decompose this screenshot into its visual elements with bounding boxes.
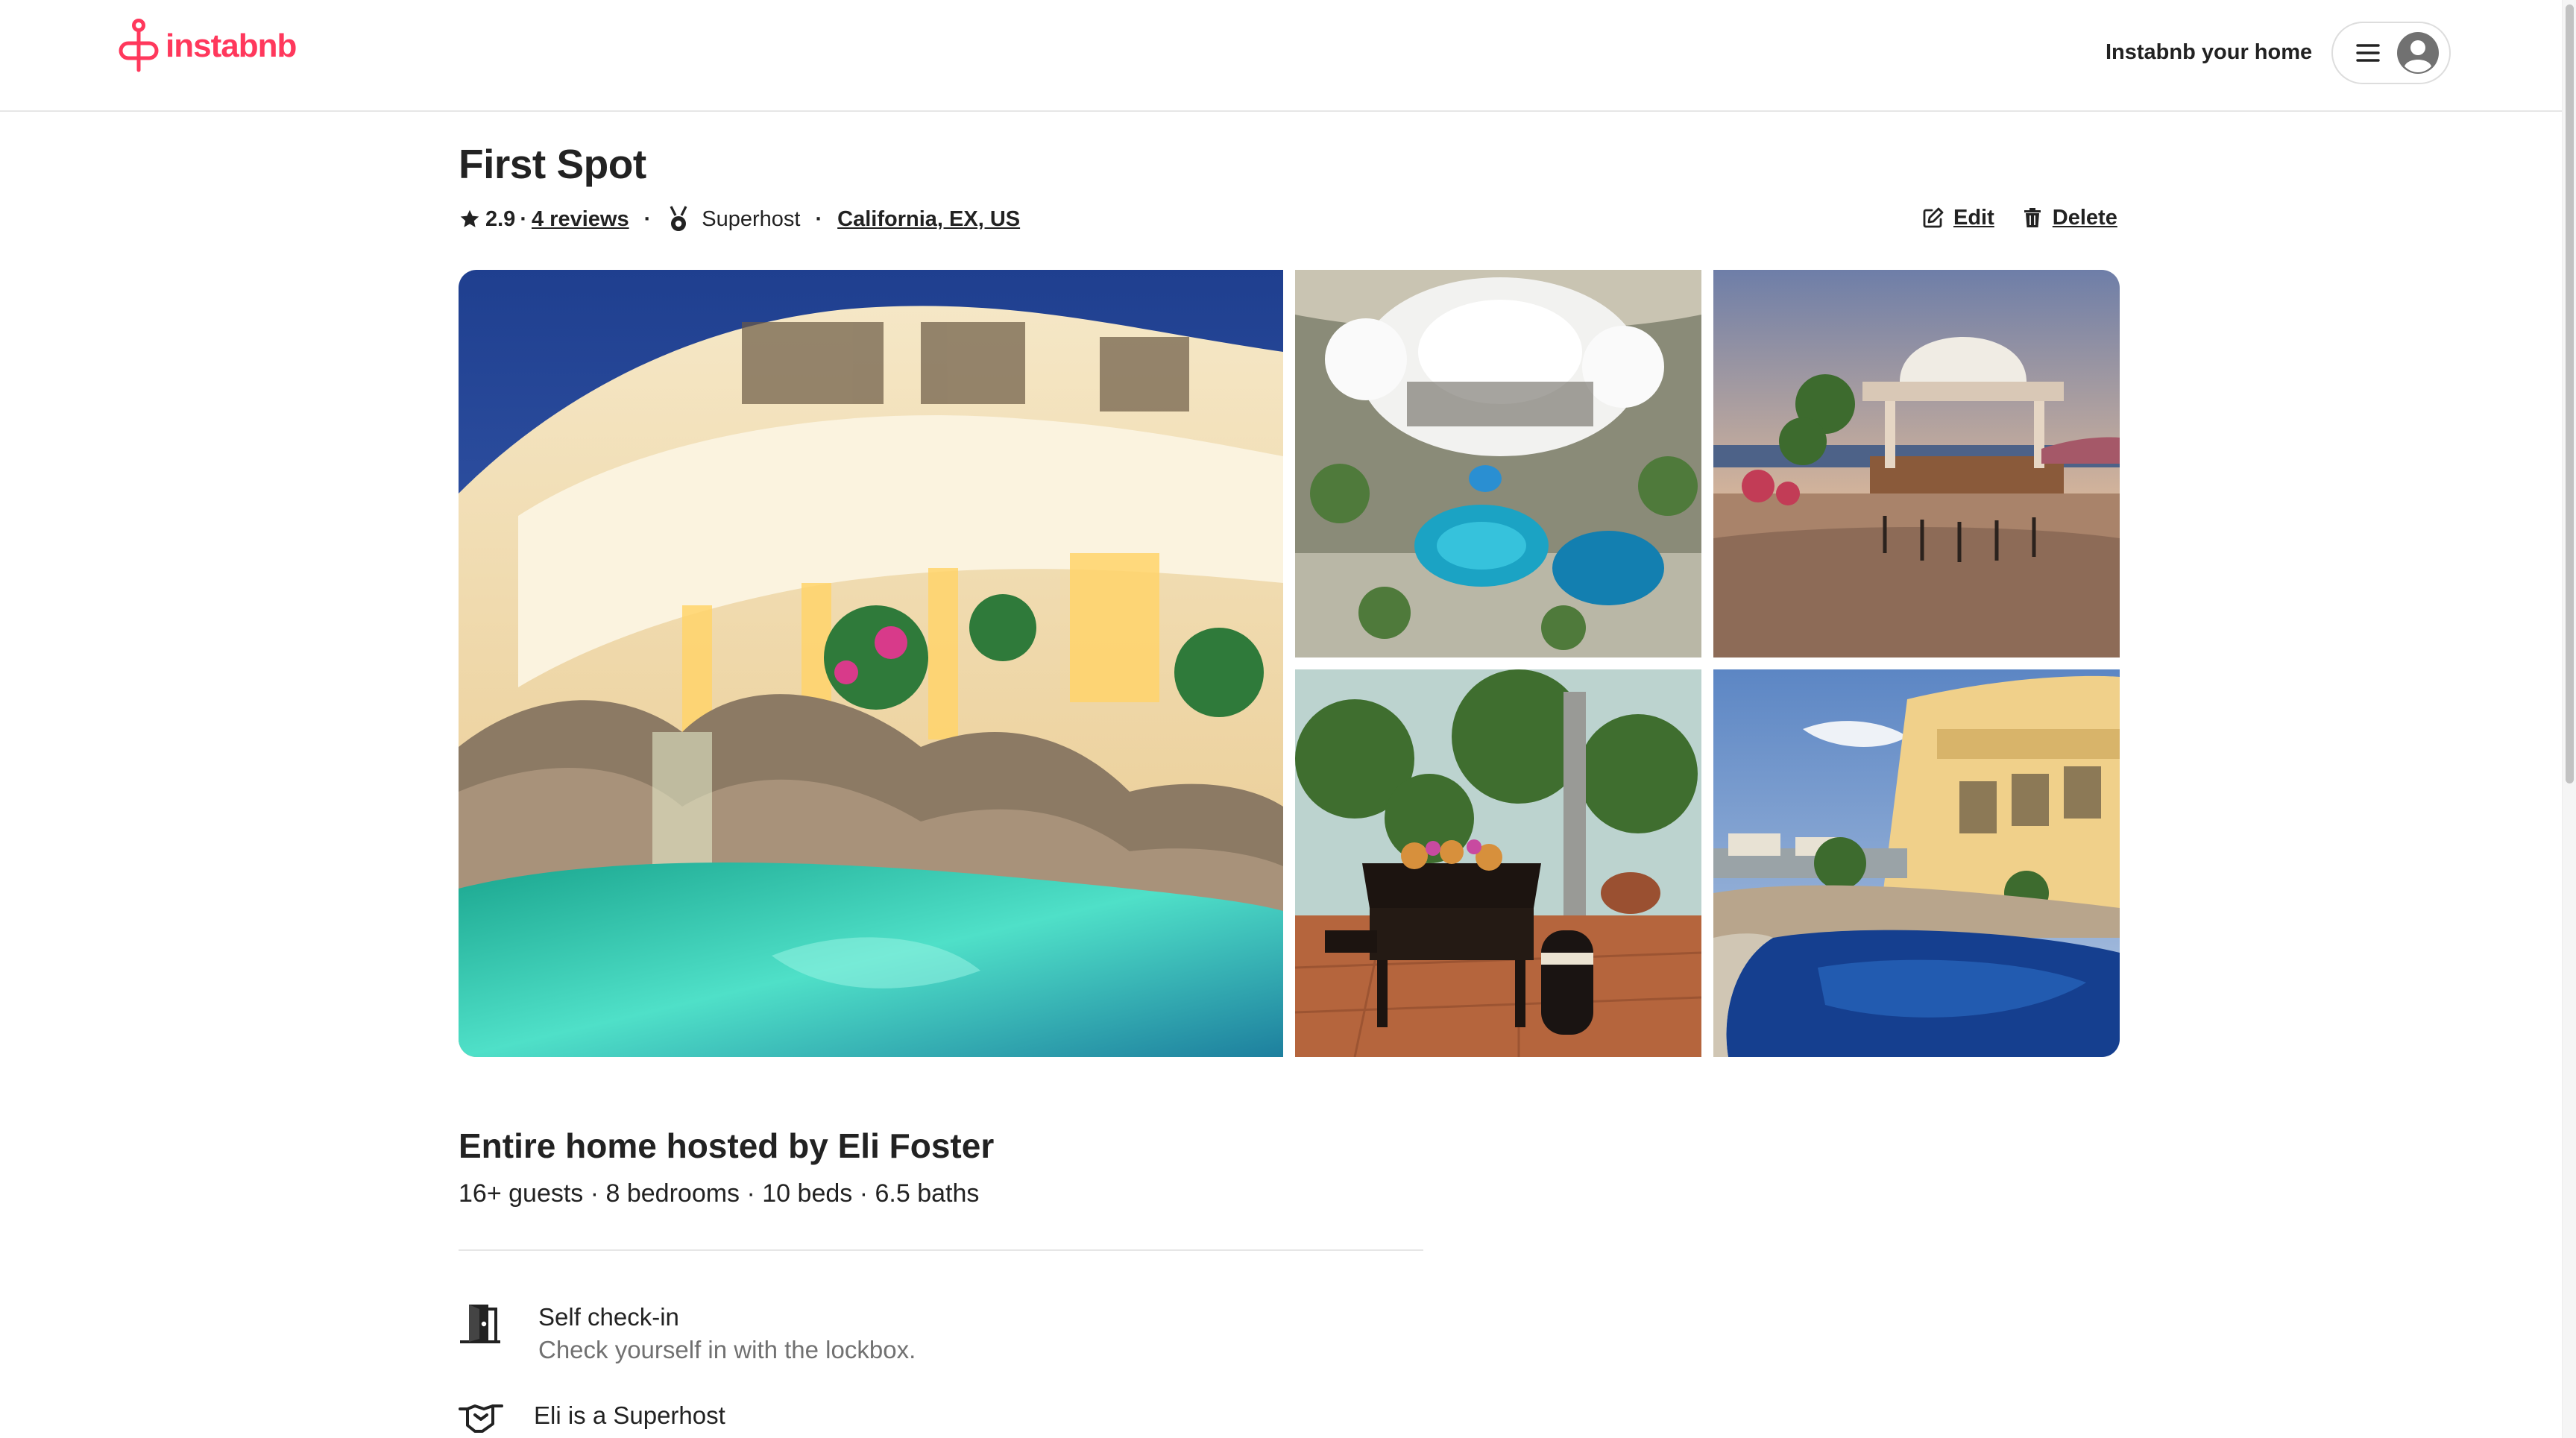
rating-separator: · (520, 206, 527, 231)
location-link[interactable]: California, EX, US (837, 207, 1020, 232)
door-icon (459, 1302, 502, 1345)
photo-grand-piano-room[interactable] (1295, 669, 1701, 1057)
instabnb-your-home-link[interactable]: Instabnb your home (2106, 40, 2312, 65)
feature-description: Check yourself in with the lockbox. (538, 1336, 916, 1363)
edit-icon (1922, 206, 1944, 229)
star-icon (459, 208, 485, 230)
edit-label: Edit (1953, 205, 1994, 230)
photo-aerial-view-villa-pools[interactable] (1295, 270, 1701, 657)
reviews-link[interactable]: 4 reviews (532, 207, 629, 232)
delete-label: Delete (2052, 205, 2117, 230)
section-divider (459, 1249, 1423, 1251)
trash-icon (2021, 206, 2044, 229)
instabnb-logo-icon (118, 18, 160, 75)
superhost-medal-icon (666, 205, 702, 233)
handshake-icon (459, 1398, 503, 1436)
listing-title: First Spot (459, 141, 646, 187)
rating-value: 2.9 (485, 206, 516, 231)
instabnb-logo[interactable]: instabnb (118, 18, 297, 75)
listing-actions: Edit Delete (1922, 201, 2117, 234)
edit-button[interactable]: Edit (1922, 206, 1994, 230)
feature-title: Eli is a Superhost (534, 1401, 725, 1429)
superhost-badge: Superhost (702, 206, 801, 231)
top-navigation-bar: instabnb Instabnb your home (0, 0, 2562, 112)
user-menu-button[interactable] (2331, 22, 2451, 84)
delete-button[interactable]: Delete (2021, 206, 2117, 230)
meta-separator: · (815, 206, 823, 231)
scrollbar-thumb[interactable] (2566, 4, 2574, 783)
photo-villa-exterior-waterfall-pool[interactable] (459, 270, 1283, 1057)
feature-title: Self check-in (538, 1303, 679, 1331)
capacity-summary: 16+ guests · 8 bedrooms · 10 beds · 6.5 … (459, 1179, 980, 1208)
user-avatar-icon (2397, 32, 2439, 74)
logo-wordmark: instabnb (166, 28, 297, 64)
listing-meta-row: 2.9 · 4 reviews · Superhost · California… (459, 203, 1020, 236)
hamburger-icon (2355, 40, 2381, 66)
page-scrollbar[interactable] (2562, 0, 2576, 1438)
hosted-by-heading: Entire home hosted by Eli Foster (459, 1126, 995, 1165)
photo-villa-pool-daytime[interactable] (1713, 669, 2120, 1057)
meta-separator: · (643, 206, 652, 231)
photo-sunset-terrace-bar[interactable] (1713, 270, 2120, 657)
